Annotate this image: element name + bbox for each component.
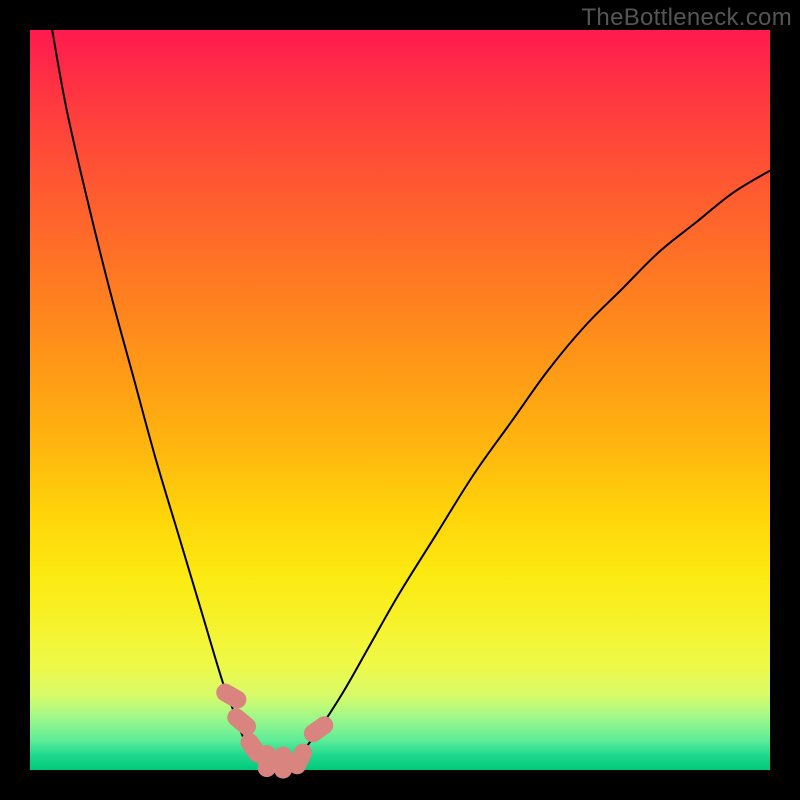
curve-marker (258, 745, 276, 777)
curve-marker (300, 713, 337, 746)
bottleneck-curve (52, 30, 770, 771)
marker-group (213, 680, 337, 778)
curve-layer (30, 30, 770, 770)
plot-area (30, 30, 770, 770)
chart-stage: TheBottleneck.com (0, 0, 800, 800)
watermark-text: TheBottleneck.com (581, 4, 792, 32)
